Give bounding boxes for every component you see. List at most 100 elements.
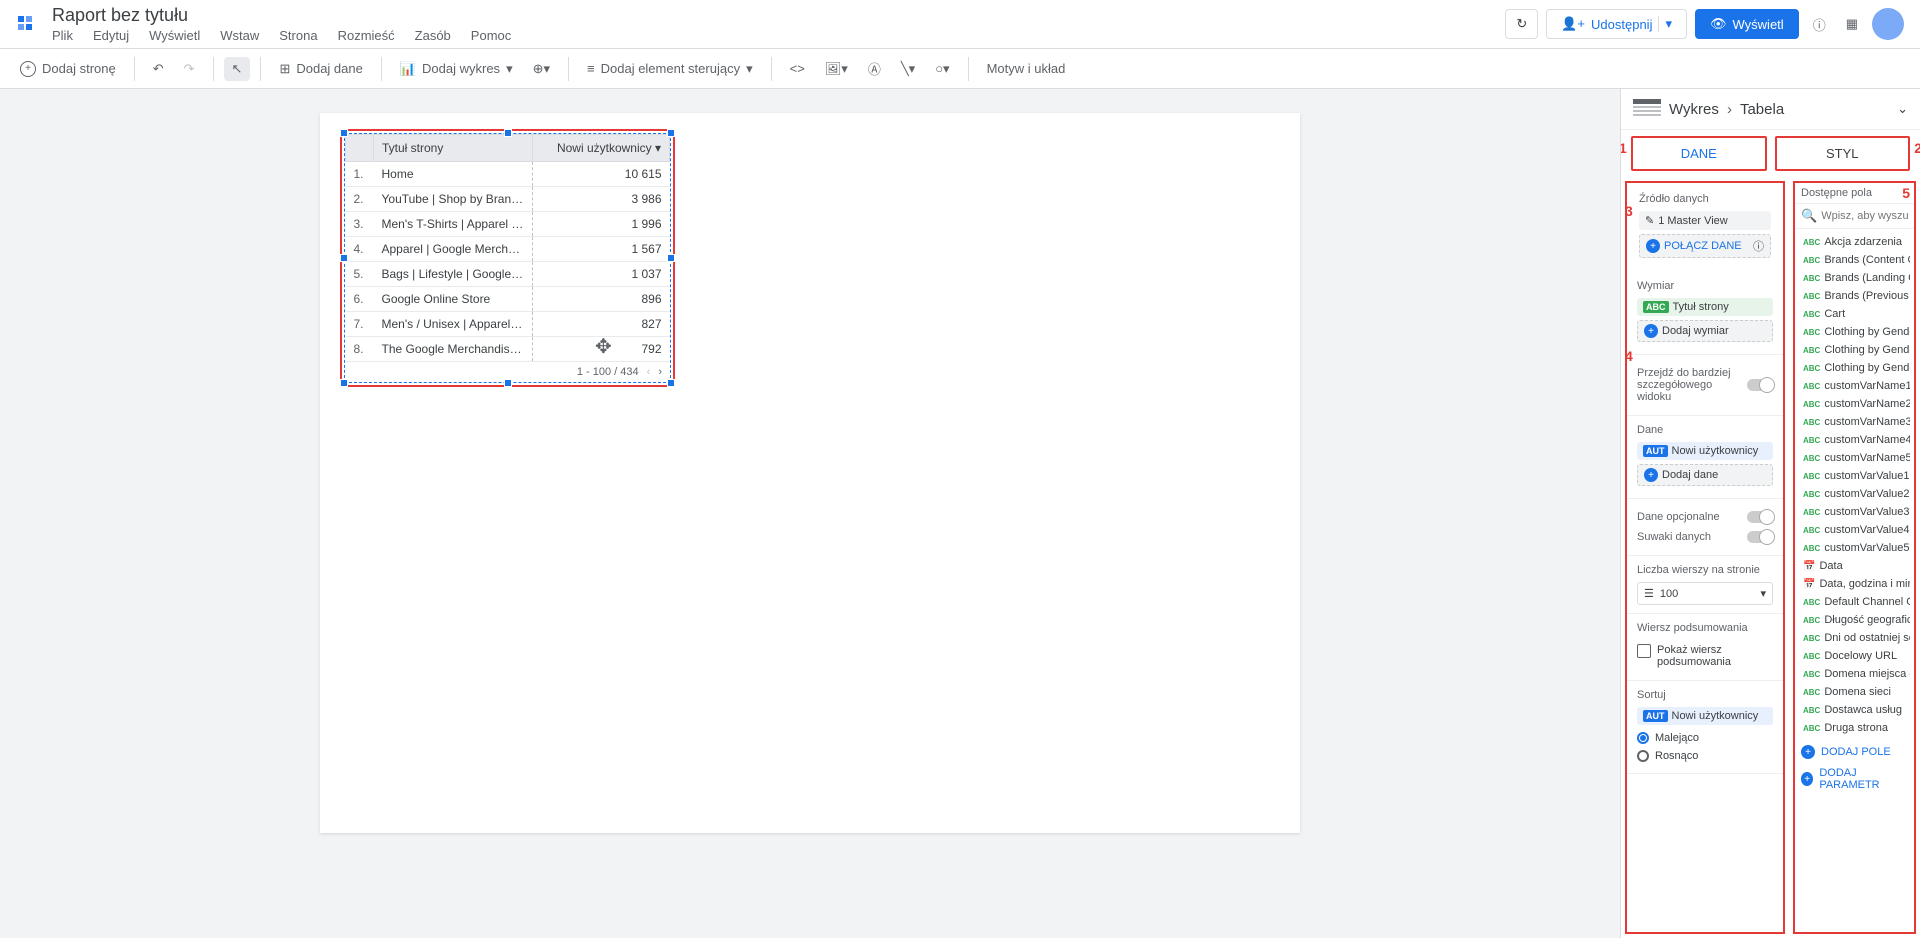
menu-page[interactable]: Strona	[279, 28, 317, 43]
breadcrumb-chart[interactable]: Wykres	[1669, 101, 1719, 118]
refresh-button[interactable]: ↻	[1505, 9, 1538, 39]
field-item[interactable]: ABCcustomVarName4	[1799, 431, 1910, 449]
data-sliders-label: Suwaki danych	[1637, 531, 1711, 543]
undo-button[interactable]: ↶	[145, 57, 172, 81]
field-item[interactable]: 📅Data, godzina i minuty	[1799, 575, 1910, 593]
canvas[interactable]: Tytuł strony Nowi użytkownicy ▾ 1.Home10…	[0, 89, 1620, 938]
next-page-button[interactable]: ›	[658, 366, 662, 378]
text-button[interactable]: Ⓐ	[860, 55, 889, 82]
field-item[interactable]: ABCDni od ostatniej sesji	[1799, 629, 1910, 647]
report-page[interactable]: Tytuł strony Nowi użytkownicy ▾ 1.Home10…	[320, 113, 1300, 833]
dimension-chip[interactable]: ABC Tytuł strony	[1637, 298, 1773, 316]
field-item[interactable]: ABCDomena miejsca doc...	[1799, 665, 1910, 683]
help-icon[interactable]: ⓘ	[1807, 15, 1832, 34]
sort-asc-radio[interactable]: Rosnąco	[1637, 747, 1773, 765]
field-item[interactable]: ABCcustomVarValue1	[1799, 467, 1910, 485]
data-source-chip[interactable]: ✎ 1 Master View	[1639, 211, 1771, 230]
add-chart-button[interactable]: 📊 Dodaj wykres ▾	[392, 57, 521, 81]
field-item[interactable]: ABCClothing by Gender (L...	[1799, 341, 1910, 359]
menu-resource[interactable]: Zasób	[415, 28, 451, 43]
share-button[interactable]: 👤+ Udostępnij ▾	[1546, 9, 1687, 39]
tab-data[interactable]: DANE	[1631, 136, 1767, 171]
table-header-title[interactable]: Tytuł strony	[374, 135, 533, 162]
add-control-label: Dodaj element sterujący	[601, 61, 740, 76]
menu-help[interactable]: Pomoc	[471, 28, 511, 43]
field-item[interactable]: ABCDługość geograficzna	[1799, 611, 1910, 629]
toolbar: + Dodaj stronę ↶ ↷ ↖ ⊞ Dodaj dane 📊 Doda…	[0, 49, 1920, 89]
collapse-icon[interactable]: ⌄	[1897, 101, 1908, 117]
plus-icon: +	[1801, 745, 1815, 759]
resize-handle[interactable]	[667, 254, 675, 262]
field-item[interactable]: ABCcustomVarName5	[1799, 449, 1910, 467]
user-avatar[interactable]	[1872, 8, 1904, 40]
aut-badge: AUT	[1643, 710, 1668, 722]
selection-tool[interactable]: ↖	[224, 57, 251, 81]
add-field-button[interactable]: + DODAJ POLE	[1795, 741, 1914, 763]
field-item[interactable]: ABCcustomVarName2	[1799, 395, 1910, 413]
line-button[interactable]: ╲▾	[893, 57, 923, 81]
resize-handle[interactable]	[340, 379, 348, 387]
field-item[interactable]: ABCcustomVarName3	[1799, 413, 1910, 431]
report-title[interactable]: Raport bez tytułu	[52, 5, 511, 26]
embed-button[interactable]: <>	[782, 57, 813, 80]
redo-button[interactable]: ↷	[176, 57, 203, 81]
image-button[interactable]: 🖼▾	[817, 57, 856, 81]
resize-handle[interactable]	[504, 129, 512, 137]
field-item[interactable]: ABCcustomVarValue3	[1799, 503, 1910, 521]
metric-chip[interactable]: AUT Nowi użytkownicy	[1637, 442, 1773, 460]
add-dimension-button[interactable]: + Dodaj wymiar	[1637, 320, 1773, 342]
dimension-title: Wymiar	[1637, 280, 1773, 292]
menu-edit[interactable]: Edytuj	[93, 28, 129, 43]
field-item[interactable]: ABCDruga strona	[1799, 719, 1910, 737]
shape-button[interactable]: ○▾	[927, 57, 957, 81]
table-chart-selected[interactable]: Tytuł strony Nowi użytkownicy ▾ 1.Home10…	[340, 129, 675, 387]
field-item[interactable]: ABCDefault Channel Grou...	[1799, 593, 1910, 611]
resize-handle[interactable]	[340, 254, 348, 262]
resize-handle[interactable]	[340, 129, 348, 137]
field-search-input[interactable]	[1821, 210, 1908, 222]
help-icon[interactable]: ⓘ	[1753, 238, 1764, 254]
sort-field-chip[interactable]: AUT Nowi użytkownicy	[1637, 707, 1773, 725]
apps-icon[interactable]: ▦	[1840, 16, 1864, 32]
theme-button[interactable]: Motyw i układ	[979, 57, 1074, 80]
data-sliders-toggle[interactable]	[1747, 531, 1773, 543]
menu-insert[interactable]: Wstaw	[220, 28, 259, 43]
field-item[interactable]: ABCAkcja zdarzenia	[1799, 233, 1910, 251]
table-header-users[interactable]: Nowi użytkownicy ▾	[532, 135, 669, 162]
community-viz-button[interactable]: ⊕▾	[525, 57, 558, 81]
menu-arrange[interactable]: Rozmieść	[338, 28, 395, 43]
field-item[interactable]: ABCBrands (Landing Cont...	[1799, 269, 1910, 287]
menu-file[interactable]: Plik	[52, 28, 73, 43]
optional-data-toggle[interactable]	[1747, 511, 1773, 523]
drill-down-toggle[interactable]	[1747, 379, 1773, 391]
field-item[interactable]: ABCDomena sieci	[1799, 683, 1910, 701]
add-metric-button[interactable]: + Dodaj dane	[1637, 464, 1773, 486]
view-button[interactable]: 👁 Wyświetl	[1695, 9, 1799, 39]
add-page-button[interactable]: + Dodaj stronę	[12, 57, 124, 81]
combine-data-button[interactable]: + POŁĄCZ DANE ⓘ	[1639, 234, 1771, 258]
field-item[interactable]: ABCClothing by Gender (C...	[1799, 323, 1910, 341]
resize-handle[interactable]	[667, 379, 675, 387]
field-item[interactable]: ABCcustomVarName1	[1799, 377, 1910, 395]
field-item[interactable]: ABCcustomVarValue5	[1799, 539, 1910, 557]
show-summary-checkbox[interactable]	[1637, 644, 1651, 658]
add-parameter-button[interactable]: + DODAJ PARAMETR	[1795, 763, 1914, 795]
field-item[interactable]: ABCcustomVarValue4	[1799, 521, 1910, 539]
field-item[interactable]: ABCDostawca usług	[1799, 701, 1910, 719]
field-item[interactable]: ABCClothing by Gender (P...	[1799, 359, 1910, 377]
field-item[interactable]: ABCcustomVarValue2	[1799, 485, 1910, 503]
rows-per-page-select[interactable]: ☰ 100 ▾	[1637, 582, 1773, 605]
sort-desc-radio[interactable]: Malejąco	[1637, 729, 1773, 747]
add-control-button[interactable]: ≡ Dodaj element sterujący ▾	[579, 57, 761, 81]
resize-handle[interactable]	[504, 379, 512, 387]
resize-handle[interactable]	[667, 129, 675, 137]
tab-style[interactable]: STYL	[1775, 136, 1911, 171]
add-data-button[interactable]: ⊞ Dodaj dane	[271, 57, 370, 81]
field-item[interactable]: ABCBrands (Content Group)	[1799, 251, 1910, 269]
menu-view[interactable]: Wyświetl	[149, 28, 200, 43]
field-item[interactable]: ABCDocelowy URL	[1799, 647, 1910, 665]
field-item[interactable]: ABCBrands (Previous Con...	[1799, 287, 1910, 305]
field-item[interactable]: 📅Data	[1799, 557, 1910, 575]
field-item[interactable]: ABCCart	[1799, 305, 1910, 323]
prev-page-button[interactable]: ‹	[647, 366, 651, 378]
